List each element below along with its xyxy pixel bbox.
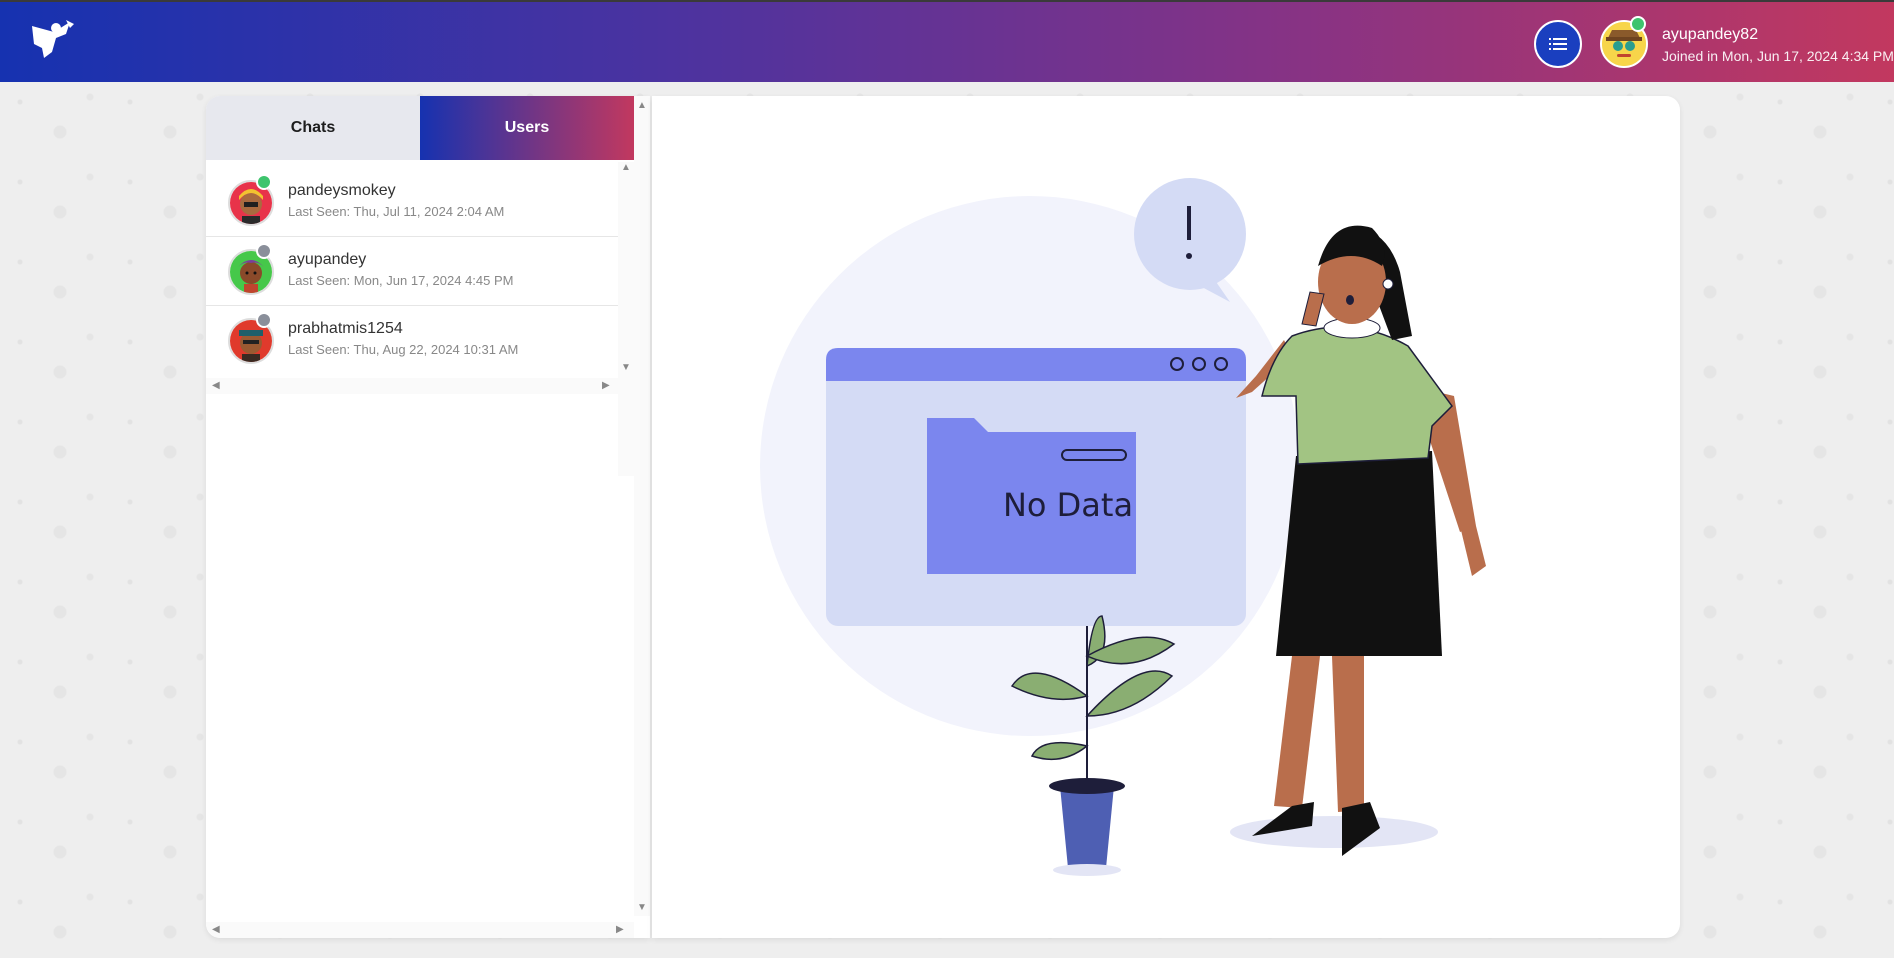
user-list-item[interactable]: ayupandey Last Seen: Mon, Jun 17, 2024 4… (206, 237, 618, 306)
scroll-up-arrow-icon[interactable]: ▲ (621, 162, 631, 173)
offline-status-dot (256, 312, 272, 328)
user-list-item[interactable]: prabhatmis1254 Last Seen: Thu, Aug 22, 2… (206, 306, 618, 374)
last-seen: Last Seen: Thu, Jul 11, 2024 2:04 AM (288, 204, 505, 219)
sidebar-horizontal-scrollbar[interactable]: ◀ ▶ (206, 922, 634, 938)
last-seen: Last Seen: Mon, Jun 17, 2024 4:45 PM (288, 273, 514, 288)
scroll-left-arrow-icon[interactable]: ◀ (212, 924, 220, 935)
tab-users[interactable]: Users (420, 96, 634, 160)
last-seen: Last Seen: Thu, Aug 22, 2024 10:31 AM (288, 342, 519, 357)
user-name: ayupandey (288, 251, 367, 268)
online-status-dot (1630, 16, 1646, 32)
user-list-vertical-scrollbar[interactable]: ▲ ▼ (618, 162, 634, 476)
menu-button[interactable] (1534, 20, 1582, 68)
conversation-panel: No Data (652, 96, 1680, 938)
no-data-label: No Data (1002, 486, 1134, 524)
current-username: ayupandey82 (1662, 26, 1759, 43)
superhero-logo-icon[interactable] (26, 18, 76, 62)
scroll-right-arrow-icon[interactable]: ▶ (616, 924, 624, 935)
scroll-right-arrow-icon[interactable]: ▶ (602, 380, 610, 391)
offline-status-dot (256, 243, 272, 259)
joined-date: Joined in Mon, Jun 17, 2024 4:34 PM (1662, 48, 1894, 64)
online-status-dot (256, 174, 272, 190)
scroll-left-arrow-icon[interactable]: ◀ (212, 380, 220, 391)
scroll-up-arrow-icon[interactable]: ▲ (637, 100, 647, 111)
app-header: ayupandey82 Joined in Mon, Jun 17, 2024 … (0, 0, 1894, 82)
sidebar-panel: Chats Users pandeysmokey Last Seen: Thu,… (206, 96, 650, 938)
user-list-item[interactable]: pandeysmokey Last Seen: Thu, Jul 11, 202… (206, 168, 618, 237)
scroll-down-arrow-icon[interactable]: ▼ (637, 902, 647, 913)
current-user-info: ayupandey82 Joined in Mon, Jun 17, 2024 … (1662, 26, 1894, 64)
sidebar-tabs: Chats Users (206, 96, 634, 160)
tab-chats[interactable]: Chats (206, 96, 420, 160)
user-name: pandeysmokey (288, 182, 396, 199)
user-list: pandeysmokey Last Seen: Thu, Jul 11, 202… (206, 168, 618, 374)
user-list-horizontal-scrollbar[interactable]: ◀ ▶ (206, 378, 618, 394)
sidebar-vertical-scrollbar[interactable]: ▲ ▼ (634, 96, 650, 916)
list-icon (1549, 38, 1567, 50)
user-name: prabhatmis1254 (288, 320, 403, 337)
scroll-down-arrow-icon[interactable]: ▼ (621, 362, 631, 373)
